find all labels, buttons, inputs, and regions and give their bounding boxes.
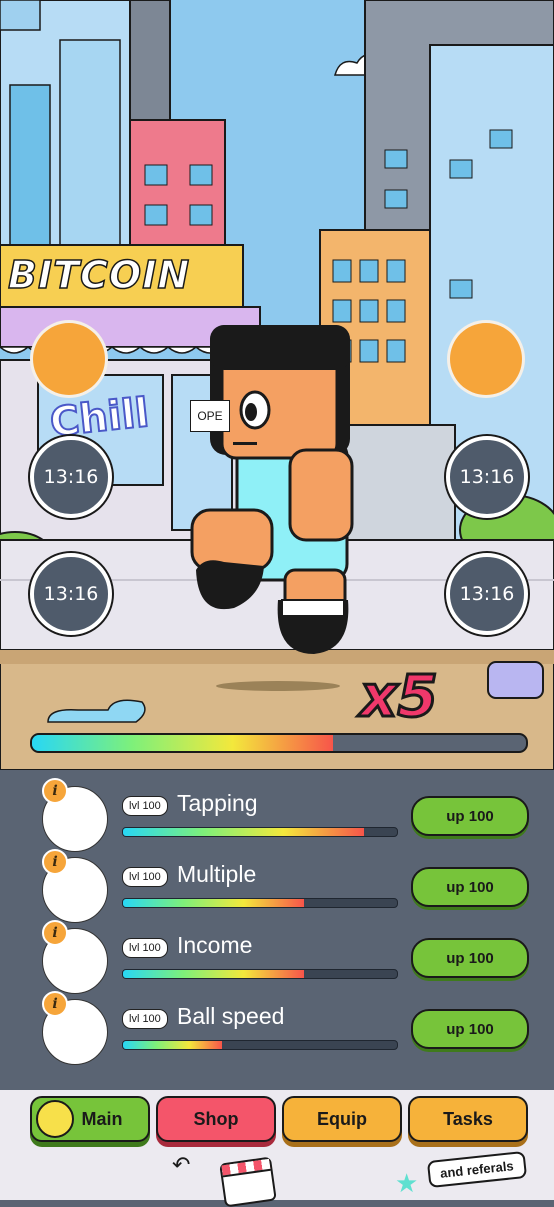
upgrade-row-tapping: i lvl 100 Tapping up 100 <box>0 778 554 852</box>
upgrade-name: Ball speed <box>177 1003 285 1029</box>
info-icon[interactable]: i <box>42 991 68 1017</box>
referrals-note[interactable]: and referals <box>426 1150 527 1189</box>
timer-left-top[interactable]: 13:16 <box>30 436 112 518</box>
tap-progress-bar <box>30 733 528 753</box>
timer-left-bottom[interactable]: 13:16 <box>30 553 112 635</box>
timer-right-bottom[interactable]: 13:16 <box>446 553 528 635</box>
smile-icon <box>36 1100 74 1138</box>
tap-progress-fill <box>32 735 334 751</box>
upgrade-row-ball-speed: i lvl 100 Ball speed up 100 <box>0 991 554 1065</box>
upgrade-progress-fill <box>123 828 365 836</box>
upgrade-progress-fill <box>123 970 304 978</box>
level-badge: lvl 100 <box>122 938 168 958</box>
upgrade-name: Income <box>177 932 253 958</box>
multiplier-label: x5 <box>359 661 440 732</box>
upgrade-button-income[interactable]: up 100 <box>411 938 529 978</box>
upgrade-button-multiple[interactable]: up 100 <box>411 867 529 907</box>
info-icon[interactable]: i <box>42 920 68 946</box>
info-icon[interactable]: i <box>42 849 68 875</box>
upgrade-progress-fill <box>123 1041 222 1049</box>
bonus-orb-left[interactable] <box>33 323 105 395</box>
upgrade-row-multiple: i lvl 100 Multiple up 100 <box>0 849 554 923</box>
level-badge: lvl 100 <box>122 796 168 816</box>
upgrade-progress-bar <box>122 898 398 908</box>
bottom-nav: Main Shop Equip Tasks ↶ and referals ★ <box>0 1090 554 1207</box>
upgrades-panel: i lvl 100 Tapping up 100 i lvl 100 Multi… <box>0 770 554 1090</box>
door-sign: OPE <box>190 400 230 432</box>
upgrade-button-tapping[interactable]: up 100 <box>411 796 529 836</box>
shop-sign: BITCOIN <box>7 252 191 298</box>
bonus-orb-right[interactable] <box>450 323 522 395</box>
upgrade-button-ball-speed[interactable]: up 100 <box>411 1009 529 1049</box>
level-badge: lvl 100 <box>122 867 168 887</box>
star-icon: ★ <box>395 1168 419 1198</box>
info-icon[interactable]: i <box>42 778 68 804</box>
timer-right-top[interactable]: 13:16 <box>446 436 528 518</box>
shop-stand-icon <box>219 1156 277 1207</box>
tab-shop[interactable]: Shop <box>156 1096 276 1142</box>
game-scene[interactable]: BITCOIN Chill OPE 13:16 13:16 13:16 13:1… <box>0 0 554 770</box>
upgrade-progress-fill <box>123 899 304 907</box>
upgrade-name: Tapping <box>177 790 258 816</box>
tab-equip[interactable]: Equip <box>282 1096 402 1142</box>
arrow-icon: ↶ <box>172 1152 191 1177</box>
tab-main[interactable]: Main <box>30 1096 150 1142</box>
tab-main-label: Main <box>81 1108 123 1129</box>
upgrade-progress-bar <box>122 827 398 837</box>
tab-tasks[interactable]: Tasks <box>408 1096 528 1142</box>
level-badge: lvl 100 <box>122 1009 168 1029</box>
upgrade-progress-bar <box>122 969 398 979</box>
upgrade-row-income: i lvl 100 Income up 100 <box>0 920 554 994</box>
upgrade-name: Multiple <box>177 861 257 887</box>
upgrade-progress-bar <box>122 1040 398 1050</box>
